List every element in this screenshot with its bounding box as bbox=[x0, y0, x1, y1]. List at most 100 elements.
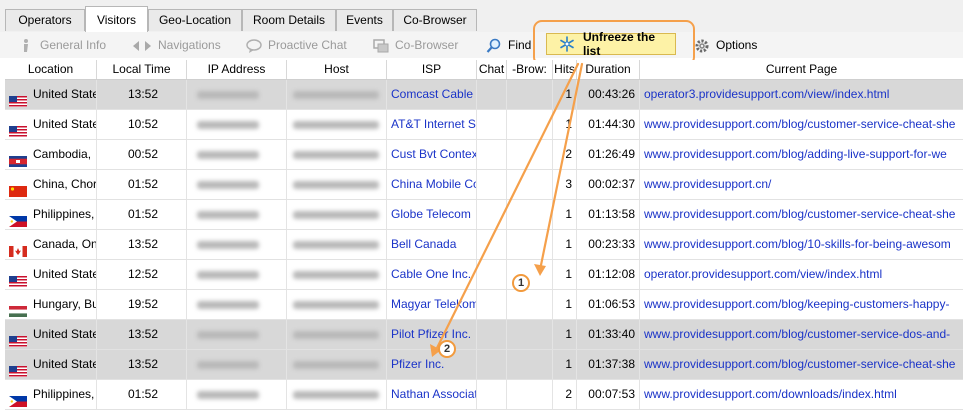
cell-chat bbox=[477, 260, 507, 289]
cell-duration: 01:44:30 bbox=[577, 110, 640, 139]
navigations-button[interactable]: Navigations bbox=[132, 32, 221, 58]
cell-isp[interactable]: AT&T Internet Se bbox=[387, 110, 477, 139]
cell-isp[interactable]: Globe Telecom bbox=[387, 200, 477, 229]
cell-duration: 00:02:37 bbox=[577, 170, 640, 199]
cell-current-page[interactable]: www.providesupport.cn/ bbox=[640, 170, 963, 199]
find-button[interactable]: Find bbox=[486, 32, 531, 58]
tab-room-details[interactable]: Room Details bbox=[242, 9, 336, 31]
column-header-host[interactable]: Host bbox=[287, 60, 387, 79]
toolbar: General Info Navigations Proactive Chat … bbox=[0, 32, 963, 58]
column-header-isp[interactable]: ISP bbox=[387, 60, 477, 79]
cell-current-page[interactable]: www.providesupport.com/blog/customer-ser… bbox=[640, 110, 963, 139]
table-row[interactable]: United State 13:52 Comcast Cable C 1 00:43:2… bbox=[5, 80, 963, 110]
cell-ip-address bbox=[187, 350, 287, 379]
location-text: United State bbox=[33, 117, 97, 131]
proactive-chat-button[interactable]: Proactive Chat bbox=[246, 32, 347, 58]
column-header-location[interactable]: Location bbox=[5, 60, 97, 79]
cell-isp[interactable]: Cust Bvt Contex bbox=[387, 140, 477, 169]
cell-ip-address bbox=[187, 230, 287, 259]
cell-current-page[interactable]: operator3.providesupport.com/view/index.… bbox=[640, 80, 963, 109]
cell-isp[interactable]: Pilot Pfizer Inc. bbox=[387, 320, 477, 349]
tab-operators[interactable]: Operators bbox=[5, 9, 85, 31]
flag-icon bbox=[9, 149, 27, 167]
flag-icon bbox=[9, 179, 27, 197]
callout-badge-1: 1 bbox=[512, 274, 530, 292]
redacted-host bbox=[293, 300, 379, 309]
table-row[interactable]: Canada, On 13:52 Bell Canada 1 00:23:33 www.p… bbox=[5, 230, 963, 260]
location-text: United State bbox=[33, 87, 97, 101]
location-text: United State bbox=[33, 357, 97, 371]
cell-ip-address bbox=[187, 80, 287, 109]
general-info-button[interactable]: General Info bbox=[18, 32, 106, 58]
cell-current-page[interactable]: www.providesupport.com/blog/customer-ser… bbox=[640, 320, 963, 349]
cell-location: Cambodia, bbox=[5, 140, 97, 169]
flag-icon bbox=[9, 239, 27, 257]
cell-host bbox=[287, 290, 387, 319]
tab-events[interactable]: Events bbox=[336, 9, 393, 31]
co-browser-button[interactable]: Co-Browser bbox=[373, 32, 458, 58]
location-text: United State bbox=[33, 327, 97, 341]
cell-host bbox=[287, 260, 387, 289]
table-row[interactable]: Cambodia, 00:52 Cust Bvt Contex 2 01:26:49 ww… bbox=[5, 140, 963, 170]
cell-duration: 01:06:53 bbox=[577, 290, 640, 319]
cell-host bbox=[287, 200, 387, 229]
cell-location: United State bbox=[5, 260, 97, 289]
cell-ip-address bbox=[187, 140, 287, 169]
cell-chat bbox=[477, 170, 507, 199]
cell-isp[interactable]: Nathan Associat bbox=[387, 380, 477, 409]
redacted-host bbox=[293, 120, 379, 129]
redacted-ip bbox=[197, 120, 259, 129]
cell-location: United State bbox=[5, 350, 97, 379]
flag-icon bbox=[9, 389, 27, 407]
cell-current-page[interactable]: www.providesupport.com/downloads/index.h… bbox=[640, 380, 963, 409]
column-header-hits[interactable]: Hits bbox=[553, 60, 577, 79]
table-row[interactable]: Philippines, 01:52 Nathan Associat 2 00:07:5… bbox=[5, 380, 963, 410]
redacted-host bbox=[293, 330, 379, 339]
cell-isp[interactable]: Comcast Cable C bbox=[387, 80, 477, 109]
cell-current-page[interactable]: www.providesupport.com/blog/keeping-cust… bbox=[640, 290, 963, 319]
cell-current-page[interactable]: www.providesupport.com/blog/adding-live-… bbox=[640, 140, 963, 169]
tab-visitors[interactable]: Visitors bbox=[85, 6, 148, 33]
cell-isp[interactable]: Pfizer Inc. bbox=[387, 350, 477, 379]
cell-isp[interactable]: China Mobile Co bbox=[387, 170, 477, 199]
options-button[interactable]: Options bbox=[694, 32, 757, 58]
tab-geo-location[interactable]: Geo-Location bbox=[148, 9, 242, 31]
column-header-duration[interactable]: Duration bbox=[577, 60, 640, 79]
cell-chat bbox=[477, 80, 507, 109]
cell-local-time: 13:52 bbox=[97, 350, 187, 379]
cell-current-page[interactable]: www.providesupport.com/blog/customer-ser… bbox=[640, 200, 963, 229]
table-row[interactable]: United State 13:52 Pfizer Inc. 1 01:37:38 www… bbox=[5, 350, 963, 380]
cell-duration: 01:26:49 bbox=[577, 140, 640, 169]
column-header-current-page[interactable]: Current Page bbox=[640, 60, 963, 79]
info-icon bbox=[18, 37, 34, 53]
cell-hits: 2 bbox=[553, 380, 577, 409]
table-row[interactable]: United State 10:52 AT&T Internet Se 1 01:44:… bbox=[5, 110, 963, 140]
cell-ip-address bbox=[187, 320, 287, 349]
cell-duration: 01:37:38 bbox=[577, 350, 640, 379]
cell-host bbox=[287, 140, 387, 169]
location-text: United State bbox=[33, 267, 97, 281]
table-row[interactable]: China, Chor 01:52 China Mobile Co 3 00:02:37… bbox=[5, 170, 963, 200]
tab-co-browser[interactable]: Co-Browser bbox=[393, 9, 477, 31]
table-row[interactable]: Hungary, Bu 19:52 Magyar Telekom 1 01:06:53 w… bbox=[5, 290, 963, 320]
redacted-ip bbox=[197, 90, 259, 99]
table-row[interactable]: Philippines, 01:52 Globe Telecom 1 01:13:58 w… bbox=[5, 200, 963, 230]
cell-isp[interactable]: Magyar Telekom bbox=[387, 290, 477, 319]
cell-hits: 1 bbox=[553, 110, 577, 139]
cell-hits: 1 bbox=[553, 290, 577, 319]
cell-current-page[interactable]: www.providesupport.com/blog/customer-ser… bbox=[640, 350, 963, 379]
cell-current-page[interactable]: www.providesupport.com/blog/10-skills-fo… bbox=[640, 230, 963, 259]
column-header-local-time[interactable]: Local Time bbox=[97, 60, 187, 79]
column-header-ip-address[interactable]: IP Address bbox=[187, 60, 287, 79]
redacted-host bbox=[293, 210, 379, 219]
redacted-ip bbox=[197, 180, 259, 189]
cell-duration: 01:12:08 bbox=[577, 260, 640, 289]
column-header-co-browse[interactable]: -Brow: bbox=[507, 60, 553, 79]
cell-isp[interactable]: Cable One Inc. bbox=[387, 260, 477, 289]
cell-chat bbox=[477, 320, 507, 349]
table-row[interactable]: United State 13:52 Pilot Pfizer Inc. 1 01:33… bbox=[5, 320, 963, 350]
cell-isp[interactable]: Bell Canada bbox=[387, 230, 477, 259]
column-header-chat[interactable]: Chat bbox=[477, 60, 507, 79]
table-row[interactable]: United State 12:52 Cable One Inc. 1 01:12:08… bbox=[5, 260, 963, 290]
cell-current-page[interactable]: operator.providesupport.com/view/index.h… bbox=[640, 260, 963, 289]
